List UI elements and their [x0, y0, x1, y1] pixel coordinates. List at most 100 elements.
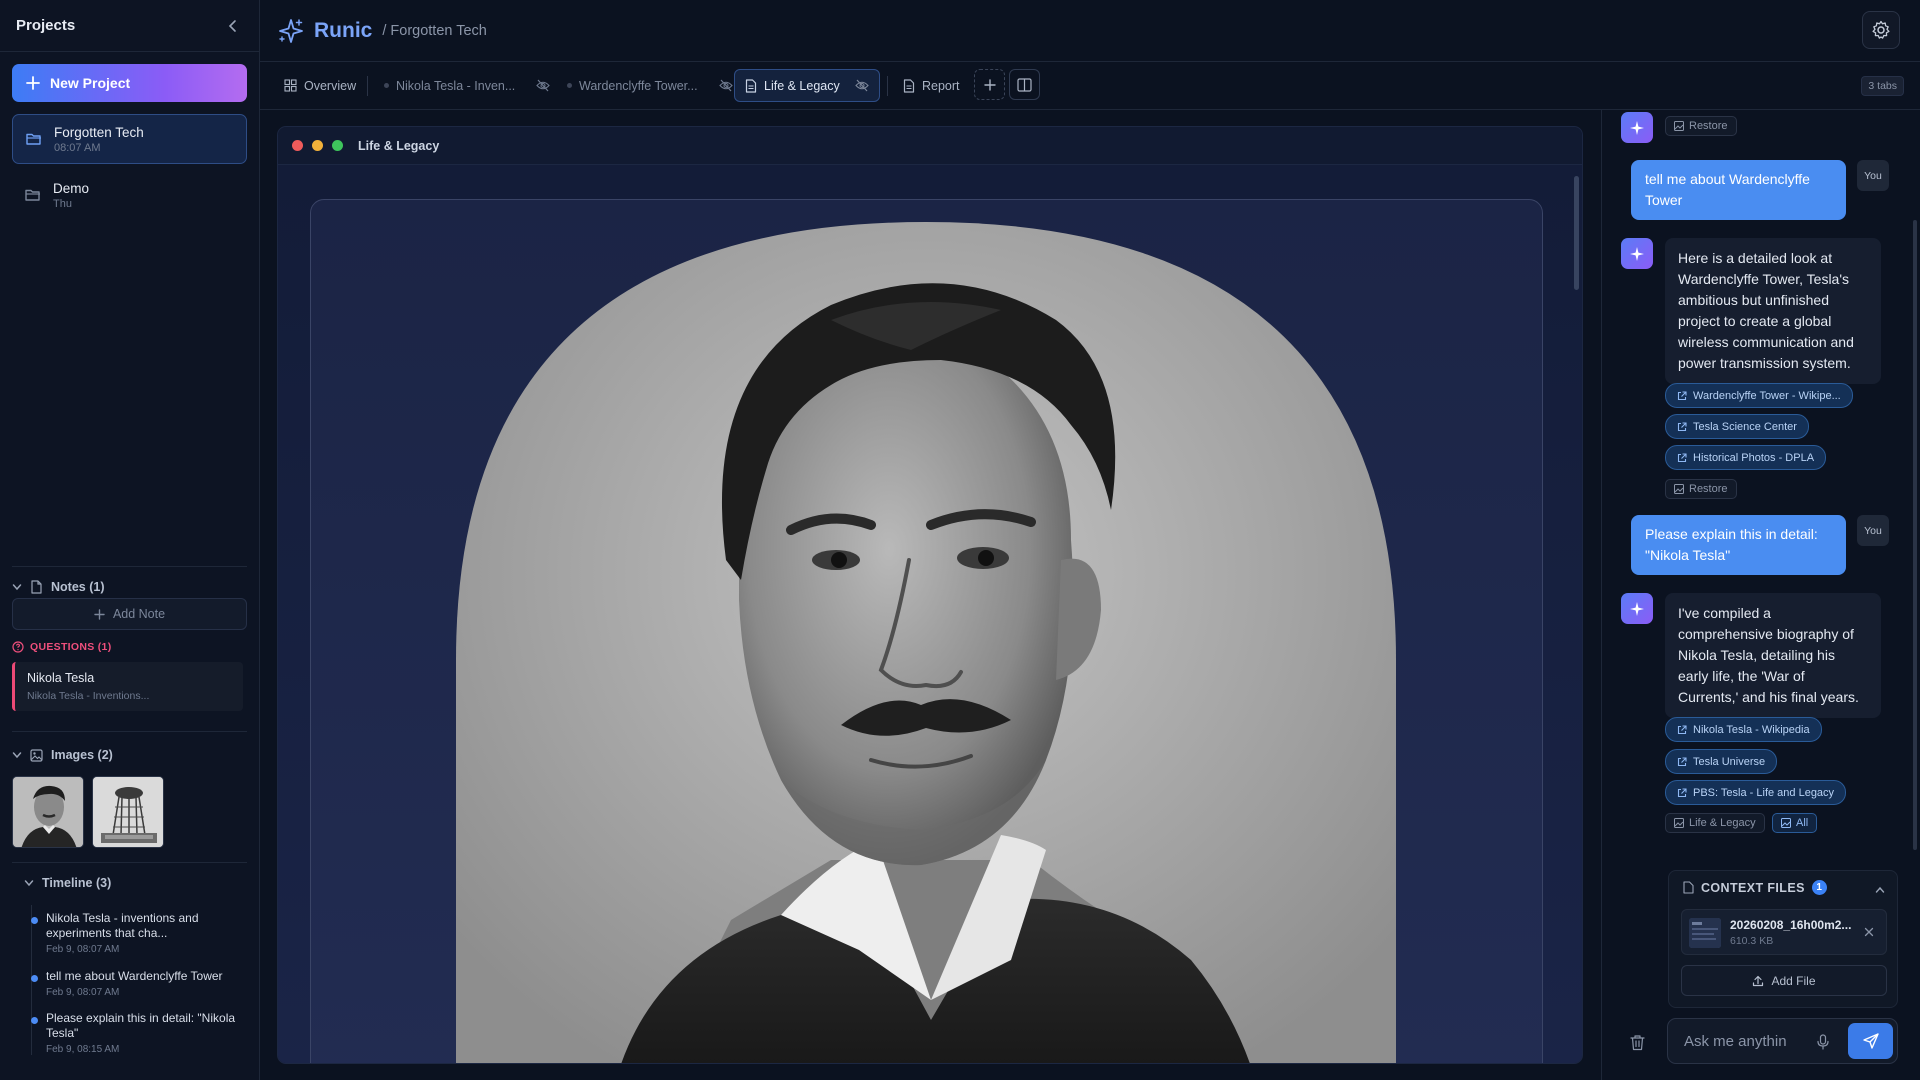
- add-tab-button[interactable]: [974, 69, 1005, 100]
- chip-label: Life & Legacy: [1689, 817, 1756, 829]
- image-icon: [30, 748, 43, 762]
- voice-input-button[interactable]: [1813, 1031, 1833, 1053]
- new-project-label: New Project: [50, 75, 131, 91]
- source-link-chip[interactable]: Tesla Science Center: [1665, 414, 1809, 439]
- file-preview-icon: [1689, 918, 1721, 948]
- source-link-chip[interactable]: PBS: Tesla - Life and Legacy: [1665, 780, 1847, 805]
- tab-life-and-legacy[interactable]: Life & Legacy: [734, 69, 880, 102]
- tab-label: Nikola Tesla - Inven...: [396, 78, 516, 93]
- timeline-item[interactable]: tell me about Wardenclyffe Tower Feb 9, …: [31, 969, 248, 998]
- chip-label: All: [1796, 817, 1809, 829]
- chip-label: Restore: [1689, 120, 1728, 132]
- tab-overview[interactable]: Overview: [274, 69, 366, 102]
- eye-off-icon[interactable]: [536, 79, 551, 92]
- brand-name[interactable]: Runic: [314, 19, 372, 43]
- tag-chip-life-and-legacy[interactable]: Life & Legacy: [1665, 813, 1765, 833]
- clear-chat-button[interactable]: [1626, 1030, 1648, 1054]
- timeline-text: Nikola Tesla - inventions and experiment…: [46, 911, 199, 940]
- chevron-down-icon: [12, 584, 22, 591]
- chip-label: Restore: [1689, 483, 1728, 495]
- assistant-avatar: [1621, 112, 1653, 143]
- tag-chip-all[interactable]: All: [1772, 813, 1818, 833]
- restore-chip[interactable]: Restore: [1665, 116, 1737, 136]
- sparkle-icon: [1630, 601, 1644, 616]
- image-thumbnail-tesla-portrait[interactable]: [12, 776, 84, 848]
- tab-report[interactable]: Report: [893, 69, 970, 102]
- chevron-up-icon[interactable]: [1875, 885, 1885, 895]
- chevron-down-icon: [24, 880, 34, 887]
- tab-count-badge: 3 tabs: [1861, 76, 1904, 96]
- timeline-item[interactable]: Please explain this in detail: "Nikola T…: [31, 1011, 248, 1055]
- source-link-chip[interactable]: Historical Photos - DPLA: [1665, 445, 1827, 470]
- folder-open-icon: [26, 133, 41, 145]
- user-message-text: Please explain this in detail: "Nikola T…: [1645, 526, 1818, 563]
- tab-label: Wardenclyffe Tower...: [579, 78, 698, 93]
- split-columns-icon: [1017, 77, 1032, 92]
- close-window-icon[interactable]: [292, 140, 303, 151]
- tesla-portrait-image: [456, 222, 1396, 1063]
- project-item-forgotten-tech[interactable]: Forgotten Tech 08:07 AM: [12, 114, 247, 164]
- tab-wardenclyffe-tower[interactable]: Wardenclyffe Tower...: [557, 69, 743, 102]
- restore-chip[interactable]: Restore: [1665, 479, 1737, 499]
- context-files-label: CONTEXT FILES: [1701, 880, 1805, 895]
- external-link-icon: [1677, 756, 1687, 766]
- file-icon: [1683, 881, 1694, 894]
- context-file-item[interactable]: 20260208_16h00m2... 610.3 KB: [1681, 909, 1887, 955]
- settings-button[interactable]: [1862, 11, 1900, 49]
- image-icon: [1674, 121, 1684, 131]
- sparkle-logo-icon: [279, 18, 303, 43]
- document-scrollbar[interactable]: [1574, 176, 1579, 290]
- eye-off-icon[interactable]: [718, 79, 733, 92]
- tab-label: Overview: [304, 78, 357, 93]
- questions-section-label: QUESTIONS (1): [30, 641, 112, 653]
- chat-message-input[interactable]: [1668, 1019, 1808, 1063]
- add-note-button[interactable]: Add Note: [12, 598, 247, 630]
- source-label: Tesla Science Center: [1693, 420, 1797, 433]
- tab-label: Report: [922, 78, 960, 93]
- timeline-dot: [31, 975, 38, 982]
- send-message-button[interactable]: [1848, 1023, 1893, 1059]
- plus-icon: [983, 78, 996, 91]
- source-label: Tesla Universe: [1693, 755, 1766, 768]
- timeline-item[interactable]: Nikola Tesla - inventions and experiment…: [31, 911, 248, 955]
- source-link-chip[interactable]: Wardenclyffe Tower - Wikipe...: [1665, 383, 1853, 408]
- split-view-button[interactable]: [1009, 69, 1040, 100]
- remove-file-button[interactable]: [1861, 924, 1877, 940]
- assistant-message-text: Here is a detailed look at Wardenclyffe …: [1678, 250, 1854, 371]
- context-files-header[interactable]: CONTEXT FILES 1: [1683, 880, 1827, 895]
- add-file-button[interactable]: Add File: [1681, 965, 1887, 996]
- context-files-count: 1: [1811, 880, 1827, 895]
- assistant-message: I've compiled a comprehensive biography …: [1665, 593, 1881, 718]
- user-avatar: You: [1857, 160, 1889, 191]
- tab-label: Life & Legacy: [764, 78, 840, 93]
- image-thumbnail-wardenclyffe-tower[interactable]: [92, 776, 164, 848]
- maximize-window-icon[interactable]: [332, 140, 343, 151]
- external-link-icon: [1677, 787, 1687, 797]
- add-file-label: Add File: [1771, 973, 1816, 988]
- document-title: Life & Legacy: [358, 138, 440, 153]
- chevron-down-icon: [12, 752, 22, 759]
- images-section-toggle[interactable]: Images (2): [12, 748, 113, 762]
- new-project-button[interactable]: New Project: [12, 64, 247, 102]
- source-link-chip[interactable]: Tesla Universe: [1665, 749, 1778, 774]
- tab-divider: [367, 76, 368, 96]
- breadcrumb[interactable]: / Forgotten Tech: [382, 23, 487, 39]
- timeline-time: Feb 9, 08:15 AM: [46, 1044, 120, 1055]
- collapse-sidebar-button[interactable]: [223, 16, 243, 36]
- eye-off-icon[interactable]: [855, 79, 869, 92]
- tab-dot-icon: [384, 83, 389, 88]
- tab-nikola-tesla-inventions[interactable]: Nikola Tesla - Inven...: [374, 69, 560, 102]
- user-message: Please explain this in detail: "Nikola T…: [1631, 515, 1846, 575]
- timeline-text: Please explain this in detail: "Nikola T…: [46, 1011, 236, 1040]
- notes-section-toggle[interactable]: Notes (1): [12, 580, 104, 594]
- project-time: Thu: [53, 197, 72, 210]
- user-message-text: tell me about Wardenclyffe Tower: [1645, 171, 1810, 208]
- timeline-section-toggle[interactable]: Timeline (3): [24, 876, 111, 890]
- project-item-demo[interactable]: Demo Thu: [12, 170, 247, 220]
- source-link-chip[interactable]: Nikola Tesla - Wikipedia: [1665, 717, 1822, 742]
- report-icon: [903, 78, 915, 93]
- chat-scrollbar[interactable]: [1913, 220, 1917, 850]
- question-card[interactable]: Nikola Tesla Nikola Tesla - Inventions..…: [12, 662, 243, 711]
- minimize-window-icon[interactable]: [312, 140, 323, 151]
- portrait-thumbnail-icon: [13, 777, 83, 847]
